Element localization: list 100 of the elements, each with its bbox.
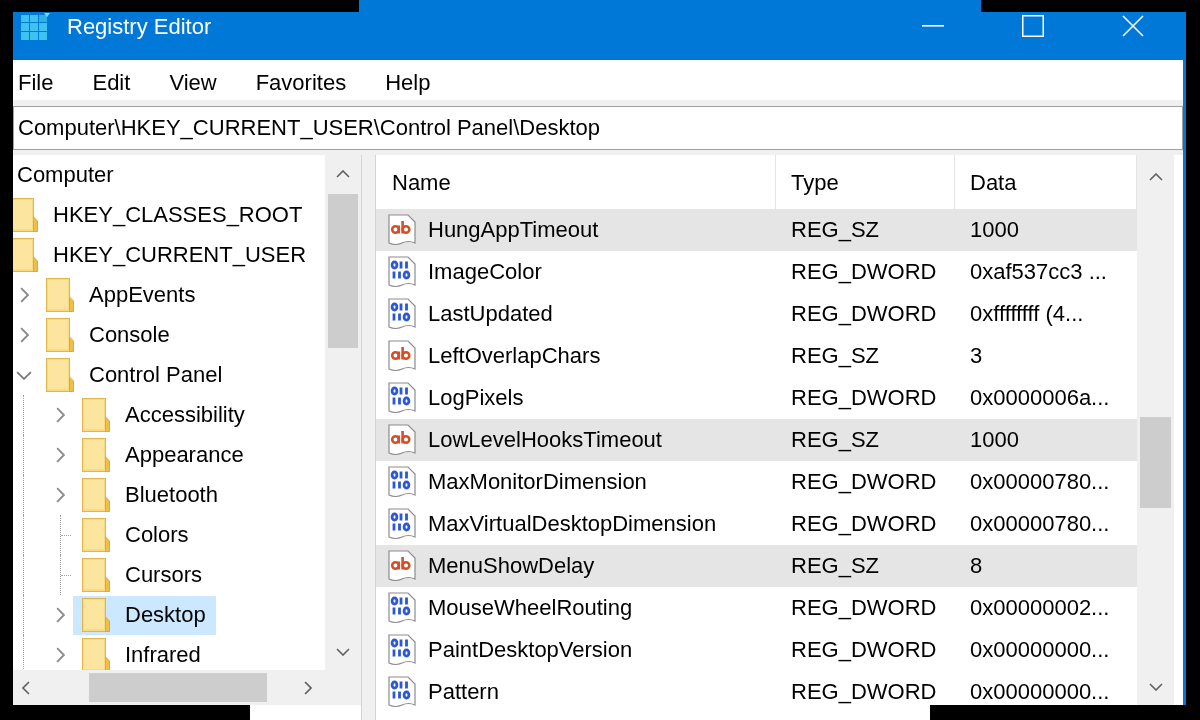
value-type: REG_DWORD	[791, 301, 937, 326]
value-row[interactable]: PaintDesktopVersion REG_DWORD 0x00000000...	[376, 629, 1137, 671]
value-name: MaxVirtualDesktopDimension	[428, 512, 717, 536]
value-type: REG_SZ	[791, 217, 880, 242]
chevron-right-icon[interactable]	[55, 407, 65, 423]
chevron-down-icon	[336, 648, 350, 656]
value-row[interactable]: MouseWheelRouting REG_DWORD 0x00000002...	[376, 587, 1137, 629]
value-name: Pattern	[428, 680, 499, 704]
tree-item[interactable]: Desktop	[73, 595, 216, 635]
string-value-icon	[388, 424, 416, 456]
tree-item[interactable]: Console	[37, 315, 180, 355]
value-type: REG_SZ	[791, 427, 880, 452]
value-type: REG_DWORD	[791, 595, 937, 620]
chevron-right-icon[interactable]	[19, 287, 29, 303]
value-type: REG_SZ	[791, 553, 880, 578]
maximize-icon	[1022, 15, 1044, 37]
value-name: MenuShowDelay	[428, 554, 595, 578]
chevron-right-icon[interactable]	[55, 447, 65, 463]
chevron-right-icon[interactable]	[55, 487, 65, 503]
value-type: REG_DWORD	[791, 637, 937, 662]
binary-value-icon	[388, 676, 416, 708]
tree-item[interactable]: Cursors	[73, 555, 212, 595]
scrollbar-thumb[interactable]	[1140, 417, 1171, 508]
binary-value-icon	[388, 592, 416, 624]
value-data: 1000	[970, 217, 1019, 242]
folder-icon	[82, 598, 110, 632]
binary-value-icon	[388, 634, 416, 666]
scrollbar-thumb[interactable]	[328, 194, 358, 348]
menu-item[interactable]: Help	[380, 68, 436, 98]
string-value-icon	[388, 214, 416, 246]
value-data: 1000	[970, 427, 1019, 452]
tree-item[interactable]: Control Panel	[37, 355, 233, 395]
tree-item[interactable]: Infrared	[73, 635, 211, 670]
value-type: REG_DWORD	[791, 469, 937, 494]
scrollbar-thumb[interactable]	[89, 673, 267, 702]
folder-icon	[82, 518, 110, 552]
menu-item[interactable]: Favorites	[250, 68, 352, 98]
folder-icon	[82, 478, 110, 512]
tree-item[interactable]: Bluetooth	[73, 475, 228, 515]
pane-splitter[interactable]	[361, 155, 376, 720]
tree-item[interactable]: HKEY_CURRENT_USER	[13, 235, 315, 275]
string-value-icon	[388, 340, 416, 372]
menu-item[interactable]: Edit	[87, 68, 136, 98]
value-name: LogPixels	[428, 386, 524, 410]
value-row[interactable]: MaxMonitorDimension REG_DWORD 0x00000780...	[376, 461, 1137, 503]
folder-icon	[82, 438, 110, 472]
folder-icon	[82, 638, 110, 670]
value-name: LeftOverlapChars	[428, 344, 601, 368]
value-row[interactable]: LastUpdated REG_DWORD 0xffffffff (4...	[376, 293, 1137, 335]
chevron-down-icon	[1148, 683, 1163, 691]
folder-icon	[82, 558, 110, 592]
binary-value-icon	[388, 256, 416, 288]
chevron-right-icon[interactable]	[55, 647, 65, 663]
value-data: 3	[970, 343, 983, 368]
value-type: REG_DWORD	[791, 679, 937, 704]
tree-item[interactable]: AppEvents	[37, 275, 206, 315]
window-title: Registry Editor	[67, 14, 212, 40]
tree-item[interactable]: HKEY_CLASSES_ROOT	[13, 195, 311, 235]
value-data: 0x00000002...	[970, 595, 1110, 620]
value-data: 0xffffffff (4...	[970, 301, 1084, 326]
binary-value-icon	[388, 382, 416, 414]
chevron-down-icon[interactable]	[16, 370, 32, 380]
value-row[interactable]: Pattern REG_DWORD 0x00000000...	[376, 671, 1137, 713]
tree-item[interactable]: Colors	[73, 515, 199, 555]
tree-item[interactable]: Accessibility	[73, 395, 255, 435]
value-row[interactable]: HungAppTimeout REG_SZ 1000	[376, 209, 1137, 251]
chevron-up-icon	[336, 170, 350, 178]
folder-icon	[82, 398, 110, 432]
folder-icon	[13, 238, 38, 272]
value-row[interactable]: ImageColor REG_DWORD 0xaf537cc3 ...	[376, 251, 1137, 293]
menu-item[interactable]: File	[13, 68, 59, 98]
string-value-icon	[388, 550, 416, 582]
address-field[interactable]: Computer\HKEY_CURRENT_USER\Control Panel\Desktop	[13, 106, 1183, 150]
value-type: REG_DWORD	[791, 385, 937, 410]
binary-value-icon	[388, 298, 416, 330]
value-name: MaxMonitorDimension	[428, 470, 647, 494]
binary-value-icon	[388, 466, 416, 498]
value-data: 8	[970, 553, 983, 578]
value-data: 0x00000000...	[970, 637, 1110, 662]
value-row[interactable]: MaxVirtualDesktopDimension REG_DWORD 0x00000780...	[376, 503, 1137, 545]
chevron-right-icon[interactable]	[19, 327, 29, 343]
value-data: 0x00000780...	[970, 511, 1110, 536]
value-name: HungAppTimeout	[428, 218, 599, 242]
tree-item[interactable]: Computer	[13, 155, 122, 195]
value-name: PaintDesktopVersion	[428, 638, 633, 662]
chevron-left-icon	[22, 680, 30, 695]
tree-item[interactable]: Appearance	[73, 435, 254, 475]
value-type: REG_DWORD	[791, 259, 937, 284]
value-type: REG_DWORD	[791, 511, 937, 536]
menu-item[interactable]: View	[164, 68, 222, 98]
chevron-right-icon[interactable]	[55, 607, 65, 623]
chevron-up-icon	[1148, 173, 1163, 181]
folder-icon	[46, 278, 74, 312]
value-row[interactable]: LowLevelHooksTimeout REG_SZ 1000	[376, 419, 1137, 461]
value-row[interactable]: LogPixels REG_DWORD 0x0000006a...	[376, 377, 1137, 419]
value-row[interactable]: LeftOverlapChars REG_SZ 3	[376, 335, 1137, 377]
value-row[interactable]: MenuShowDelay REG_SZ 8	[376, 545, 1137, 587]
minimize-icon	[922, 25, 944, 27]
value-name: LastUpdated	[428, 302, 553, 326]
folder-icon	[13, 198, 38, 232]
